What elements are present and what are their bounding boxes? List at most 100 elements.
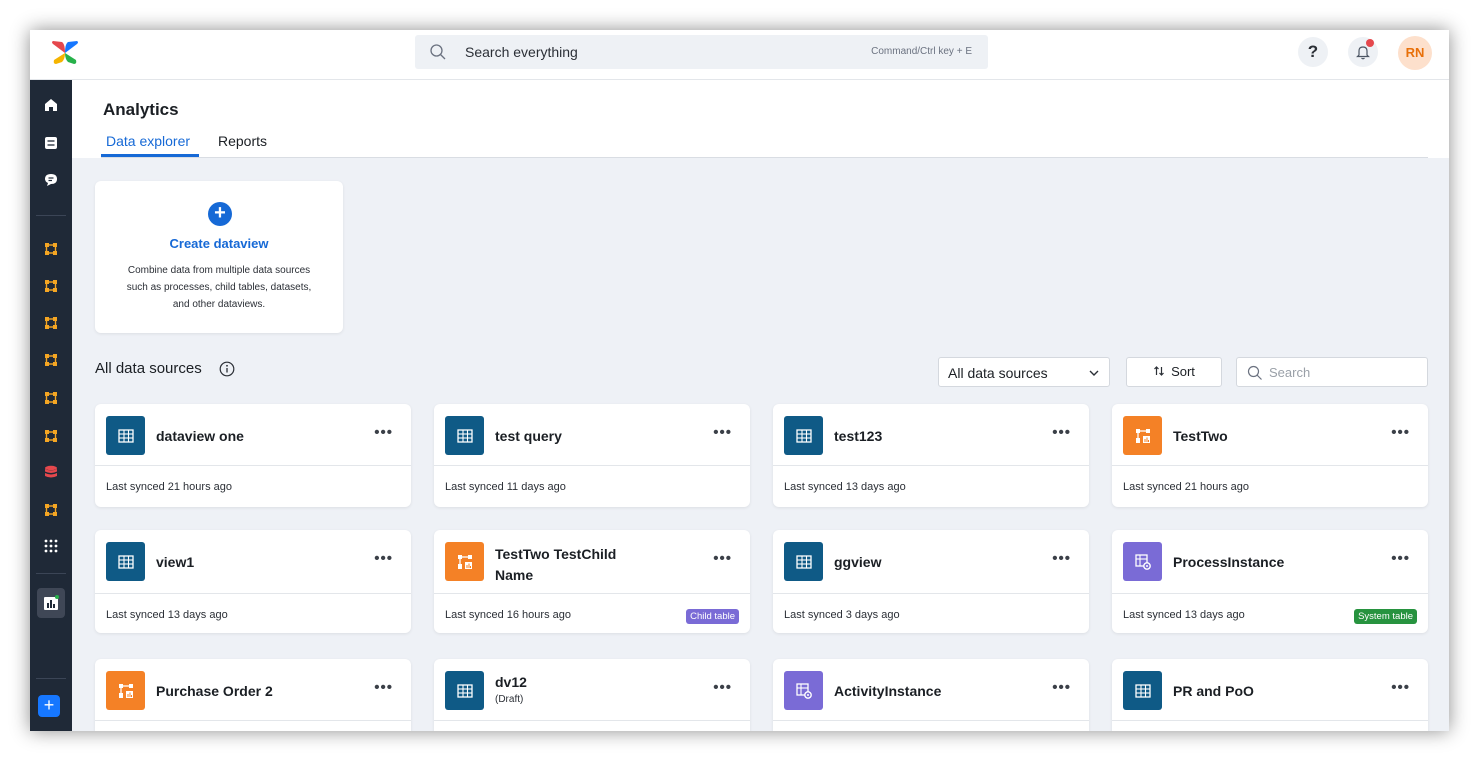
top-bar: Search everything Command/Ctrl key + E ?… [30,30,1449,80]
data-source-card[interactable]: view1 ••• Last synced 13 days ago [95,530,411,633]
sidebar-divider [36,215,66,216]
search-icon [430,44,446,60]
tab-reports[interactable]: Reports [218,133,267,149]
more-options-icon[interactable]: ••• [1391,679,1410,696]
more-options-icon[interactable]: ••• [374,679,393,696]
create-dataview-description: Combine data from multiple data sources … [126,265,312,310]
process-app-icon[interactable] [38,497,64,523]
data-source-card[interactable]: test query ••• Last synced 11 days ago [434,404,750,507]
card-divider [95,720,411,721]
process-icon [445,542,484,581]
user-avatar[interactable]: RN [1398,36,1432,70]
card-divider [1112,720,1428,721]
create-dataview-card[interactable]: + Create dataview Combine data from mult… [95,181,343,333]
last-synced-text: Last synced 3 days ago [784,609,900,621]
data-source-card[interactable]: ProcessInstance ••• Last synced 13 days … [1112,530,1428,633]
data-source-name: test123 [834,428,883,444]
data-source-name: PR and PoO [1173,683,1254,699]
card-divider [95,465,411,466]
data-source-name: view1 [156,554,195,570]
process-app-icon[interactable] [38,385,64,411]
notification-dot [1366,39,1374,47]
last-synced-text: Last synced 13 days ago [106,609,228,621]
more-options-icon[interactable]: ••• [1391,424,1410,441]
more-options-icon[interactable]: ••• [374,424,393,441]
search-shortcut-hint: Command/Ctrl key + E [871,46,972,57]
data-source-card[interactable]: PR and PoO ••• [1112,659,1428,731]
notifications-button[interactable] [1348,37,1378,67]
data-source-card[interactable]: ActivityInstance ••• [773,659,1089,731]
sort-button[interactable]: Sort [1126,357,1222,387]
data-source-name: dv12 [495,674,527,690]
global-search-bar[interactable]: Search everything Command/Ctrl key + E [415,35,988,69]
more-options-icon[interactable]: ••• [713,550,732,567]
add-circle-icon: + [208,202,232,226]
more-options-icon[interactable]: ••• [713,679,732,696]
more-options-icon[interactable]: ••• [1052,679,1071,696]
card-divider [434,593,750,594]
process-app-icon[interactable] [38,423,64,449]
tab-data-explorer[interactable]: Data explorer [106,133,190,149]
sidebar: + [30,80,72,731]
app-logo-icon[interactable] [50,38,80,68]
card-divider [773,720,1089,721]
data-source-card[interactable]: test123 ••• Last synced 13 days ago [773,404,1089,507]
child-table-badge: Child table [686,609,739,624]
process-icon [106,671,145,710]
analytics-icon[interactable] [37,588,65,618]
data-source-card[interactable]: ggview ••• Last synced 3 days ago [773,530,1089,633]
draft-label: (Draft) [495,694,524,705]
table-icon [106,542,145,581]
sort-arrows-icon [1154,366,1165,376]
more-options-icon[interactable]: ••• [1391,550,1410,567]
more-options-icon[interactable]: ••• [374,550,393,567]
process-app-icon[interactable] [38,236,64,262]
data-source-search-input[interactable] [1269,363,1419,381]
process-app-icon[interactable] [38,273,64,299]
apps-grid-icon[interactable] [38,533,64,559]
card-divider [773,465,1089,466]
tabs-divider [101,157,1428,158]
info-icon[interactable] [219,361,235,377]
card-divider [773,593,1089,594]
section-title: All data sources [95,360,202,377]
page-title: Analytics [103,100,179,119]
process-app-icon[interactable] [38,347,64,373]
data-source-name: TestTwo TestChild Name [495,546,617,583]
data-source-search[interactable] [1236,357,1428,387]
tasks-icon[interactable] [38,130,64,156]
data-source-card[interactable]: TestTwo ••• Last synced 21 hours ago [1112,404,1428,507]
sort-label: Sort [1171,364,1195,379]
process-app-icon[interactable] [38,310,64,336]
create-dataview-title: Create dataview [169,236,269,251]
more-options-icon[interactable]: ••• [1052,424,1071,441]
data-source-card[interactable]: Purchase Order 2 ••• [95,659,411,731]
data-source-name: Purchase Order 2 [156,683,273,699]
data-source-name: ggview [834,554,882,570]
filter-select-value: All data sources [948,365,1048,381]
chat-icon[interactable] [38,167,64,193]
search-icon [1247,365,1262,380]
data-source-filter-select[interactable]: All data sources [938,357,1110,387]
last-synced-text: Last synced 13 days ago [784,481,906,493]
help-button[interactable]: ? [1298,37,1328,67]
data-source-name: test query [495,428,562,444]
more-options-icon[interactable]: ••• [713,424,732,441]
card-divider [95,593,411,594]
more-options-icon[interactable]: ••• [1052,550,1071,567]
data-source-card[interactable]: dv12 (Draft) ••• [434,659,750,731]
data-source-card[interactable]: TestTwo TestChild Name ••• Last synced 1… [434,530,750,633]
chevron-down-icon [1089,370,1099,376]
last-synced-text: Last synced 11 days ago [445,481,566,493]
card-divider [434,465,750,466]
data-source-card[interactable]: dataview one ••• Last synced 21 hours ag… [95,404,411,507]
sidebar-divider [36,573,66,574]
data-source-name: dataview one [156,428,244,444]
add-button[interactable]: + [38,695,60,717]
app-window: Search everything Command/Ctrl key + E ?… [30,30,1449,731]
database-icon[interactable] [38,459,64,485]
table-icon [784,416,823,455]
system-table-badge: System table [1354,609,1417,624]
home-icon[interactable] [38,92,64,118]
last-synced-text: Last synced 21 hours ago [106,481,232,493]
